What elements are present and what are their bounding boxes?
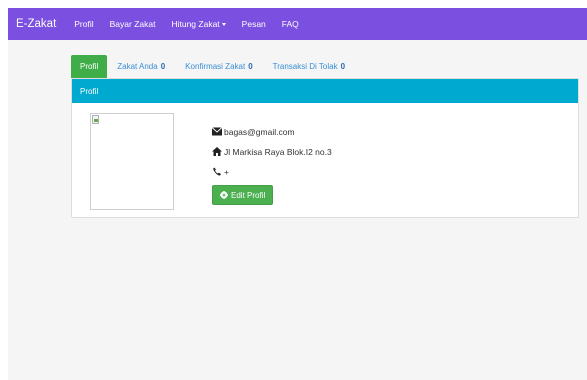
cog-icon bbox=[220, 191, 228, 199]
tab-transaksi-di-tolak-count: 0 bbox=[340, 62, 346, 71]
profile-tabs: Profil Zakat Anda 0 Konfirmasi Zakat 0 T… bbox=[71, 55, 355, 78]
tab-konfirmasi-zakat-label: Konfirmasi Zakat bbox=[185, 62, 246, 71]
brand-logo[interactable]: E-Zakat bbox=[16, 18, 56, 30]
address-text: Jl Markisa Raya Blok.I2 no.3 bbox=[224, 146, 332, 157]
nav-profil[interactable]: Profil bbox=[74, 19, 93, 29]
tab-profil-label: Profil bbox=[80, 62, 99, 71]
nav-bayar-zakat[interactable]: Bayar Zakat bbox=[110, 19, 156, 29]
tab-zakat-anda-label: Zakat Anda bbox=[117, 62, 158, 71]
phone-row: + bbox=[212, 165, 332, 178]
envelope-icon bbox=[212, 127, 222, 136]
tab-transaksi-di-tolak-label: Transaksi Di Tolak bbox=[272, 62, 338, 71]
avatar bbox=[90, 113, 174, 210]
tab-zakat-anda[interactable]: Zakat Anda 0 bbox=[107, 55, 175, 78]
nav-hitung-zakat-dropdown[interactable]: Hitung Zakat bbox=[171, 19, 226, 29]
page: E-Zakat Profil Bayar Zakat Hitung Zakat … bbox=[8, 8, 587, 380]
phone-text: + bbox=[224, 166, 229, 177]
tab-zakat-anda-count: 0 bbox=[160, 62, 166, 71]
profile-info: bagas@gmail.com Jl Markisa Raya Blok.I2 … bbox=[212, 125, 332, 205]
panel-heading: Profil bbox=[72, 79, 578, 103]
caret-down-icon bbox=[221, 23, 226, 27]
tab-konfirmasi-zakat-count: 0 bbox=[248, 62, 253, 71]
email-text: bagas@gmail.com bbox=[224, 126, 295, 137]
email-row: bagas@gmail.com bbox=[212, 125, 332, 138]
tab-profil[interactable]: Profil bbox=[71, 55, 108, 78]
home-icon bbox=[212, 147, 222, 156]
address-row: Jl Markisa Raya Blok.I2 no.3 bbox=[212, 145, 332, 158]
top-navbar: E-Zakat Profil Bayar Zakat Hitung Zakat … bbox=[8, 8, 587, 40]
profile-panel: Profil bagas@gmail.com Jl Markisa Raya B… bbox=[71, 78, 579, 218]
phone-icon bbox=[213, 167, 222, 176]
nav-hitung-zakat-label: Hitung Zakat bbox=[171, 19, 220, 29]
nav-pesan[interactable]: Pesan bbox=[242, 19, 266, 29]
tab-konfirmasi-zakat[interactable]: Konfirmasi Zakat 0 bbox=[175, 55, 262, 78]
broken-image-icon bbox=[92, 115, 99, 124]
edit-profil-button[interactable]: Edit Profil bbox=[212, 185, 274, 205]
tab-transaksi-di-tolak[interactable]: Transaksi Di Tolak 0 bbox=[263, 55, 355, 78]
edit-profil-label: Edit Profil bbox=[231, 190, 266, 200]
nav-faq[interactable]: FAQ bbox=[282, 19, 299, 29]
